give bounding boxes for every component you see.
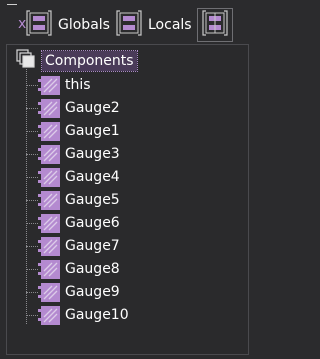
tree-item-label: this (65, 77, 91, 93)
tree-branch-line (26, 245, 38, 247)
tree-branch-line (26, 153, 38, 155)
tab-globals[interactable]: x Globals (18, 10, 110, 40)
tab-bar: x Globals Locals (0, 7, 256, 43)
tree-item-label: Gauge3 (65, 146, 120, 162)
tree-root-label: Components (41, 50, 138, 72)
component-icon (38, 236, 60, 256)
tree-item-label: Gauge10 (65, 307, 129, 323)
tree-branch-line (26, 314, 38, 316)
component-icon (38, 259, 60, 279)
tree-item[interactable]: Gauge3 (26, 143, 120, 165)
tree-item[interactable]: Gauge5 (26, 189, 120, 211)
tree-branch-line (26, 199, 38, 201)
tree-branch-line (26, 130, 38, 132)
tree-item[interactable]: Gauge10 (26, 304, 129, 326)
tree-item-label: Gauge1 (65, 123, 120, 139)
tab-locals-label: Locals (148, 17, 192, 33)
tab-locals[interactable]: Locals (116, 10, 192, 40)
tree-item-label: Gauge2 (65, 100, 120, 116)
components-tree-panel: Components this Gauge2 Gauge1 Gauge3 Gau… (6, 44, 249, 355)
tree-item[interactable]: Gauge1 (26, 120, 120, 142)
tree-branch-line (26, 268, 38, 270)
tab-watch[interactable] (197, 8, 233, 42)
tree-item-label: Gauge9 (65, 284, 120, 300)
tree-item[interactable]: Gauge7 (26, 235, 120, 257)
tree-branch-line (26, 107, 38, 109)
tree-item-label: Gauge8 (65, 261, 120, 277)
tree-item[interactable]: Gauge6 (26, 212, 120, 234)
watch-frame-icon (202, 9, 228, 41)
tree-branch-line (26, 84, 38, 86)
svg-text:x: x (18, 16, 26, 32)
tree-item[interactable]: Gauge8 (26, 258, 120, 280)
component-icon (38, 282, 60, 302)
tree-branch-line (26, 291, 38, 293)
tree-branch-line (26, 176, 38, 178)
tree-item-label: Gauge7 (65, 238, 120, 254)
component-icon (38, 98, 60, 118)
cursor-fragment (7, 0, 17, 5)
component-icon (38, 121, 60, 141)
component-icon (38, 144, 60, 164)
component-icon (38, 190, 60, 210)
locals-frame-icon (116, 8, 142, 42)
component-icon (38, 75, 60, 95)
tree-root-components[interactable]: Components (16, 49, 138, 72)
tree-branch-line (26, 222, 38, 224)
component-icon (38, 305, 60, 325)
tree-item[interactable]: Gauge2 (26, 97, 120, 119)
tree-item-label: Gauge6 (65, 215, 120, 231)
tree-item-label: Gauge4 (65, 169, 120, 185)
tree-item[interactable]: Gauge4 (26, 166, 120, 188)
tree-item-label: Gauge5 (65, 192, 120, 208)
tree-item[interactable]: Gauge9 (26, 281, 120, 303)
tab-globals-label: Globals (58, 17, 110, 33)
tree-item[interactable]: this (26, 74, 91, 96)
component-icon (38, 167, 60, 187)
component-icon (38, 213, 60, 233)
globals-x-icon: x (18, 8, 52, 42)
